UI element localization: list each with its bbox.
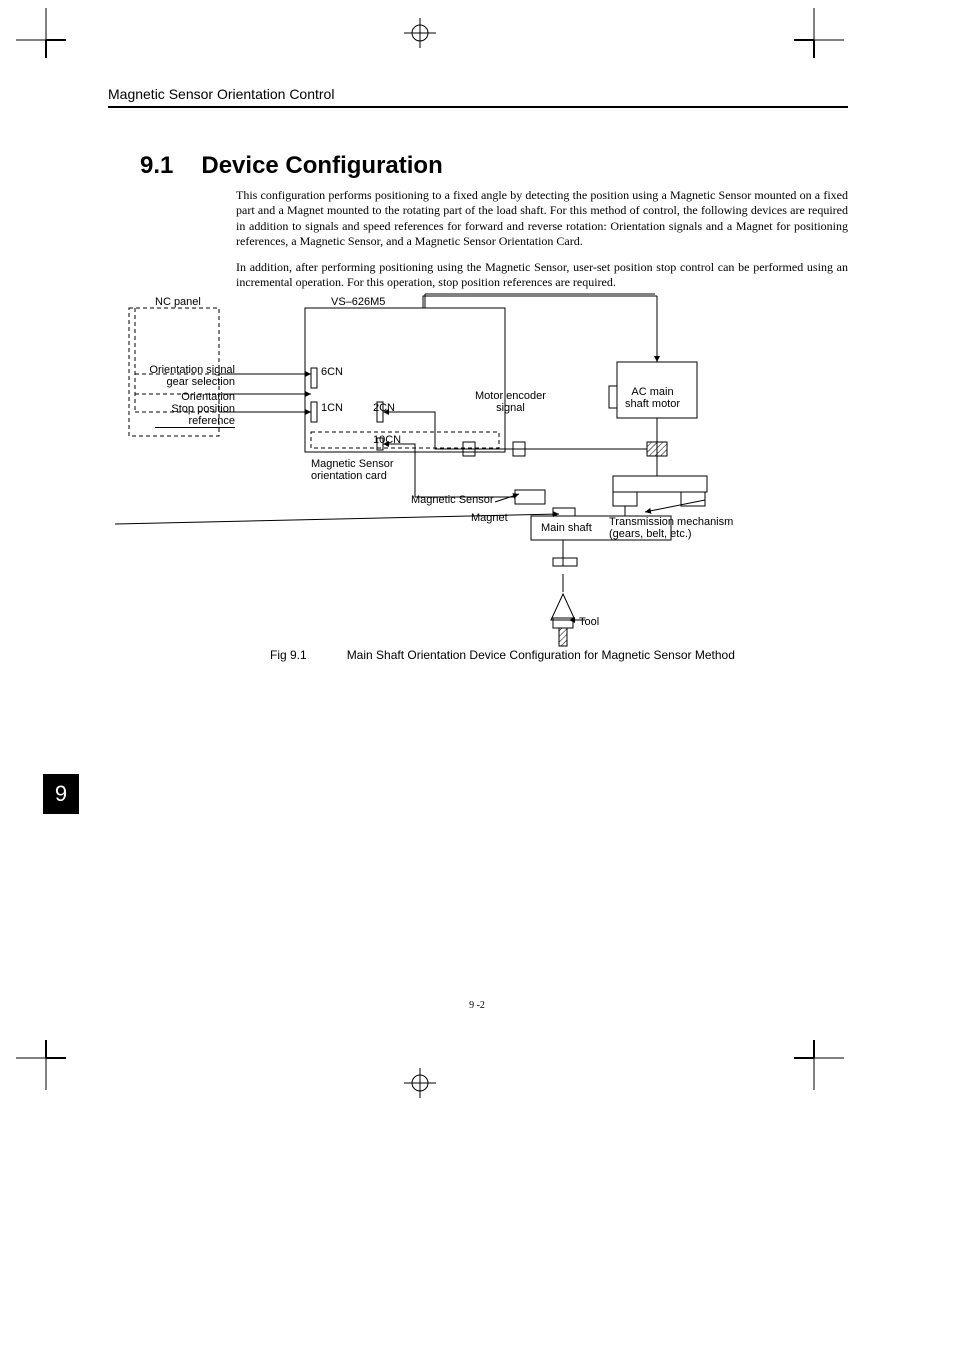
label-2cn: 2CN [373,402,395,414]
caption-text: Main Shaft Orientation Device Configurat… [347,648,735,662]
paragraph-1: This configuration performs positioning … [236,188,848,249]
label-magnetic-sensor: Magnetic Sensor [411,494,494,506]
section-heading: 9.1 Device Configuration [140,152,443,180]
section-title-text: Device Configuration [201,152,442,179]
label-orientation-signal: Orientation signal gear selection [145,364,235,388]
chapter-tab: 9 [43,774,79,814]
label-sensor-card: Magnetic Sensor orientation card [311,458,394,482]
label-transmission: Transmission mechanism (gears, belt, etc… [609,516,733,540]
page-number: 9 -2 [0,1000,954,1011]
running-header: Magnetic Sensor Orientation Control [108,86,848,102]
label-tool: Tool [579,616,599,628]
label-6cn: 6CN [321,366,343,378]
figure-caption: Fig 9.1 Main Shaft Orientation Device Con… [270,648,810,662]
label-nc-panel: NC panel [155,296,201,308]
label-ac-motor: AC main shaft motor [625,386,680,410]
label-orientation: Orientation [169,391,235,403]
label-motor-encoder: Motor encoder signal [475,390,546,414]
label-stop-position: Stop position reference [155,403,235,428]
caption-number: Fig 9.1 [270,648,307,662]
paragraph-2: In addition, after performing positionin… [236,260,848,291]
label-main-shaft: Main shaft [541,522,592,534]
label-magnet: Magnet [471,512,508,524]
header-rule [108,106,848,108]
registration-mark-top [400,18,440,48]
label-1cn: 1CN [321,402,343,414]
registration-mark-bottom [400,1068,440,1098]
figure-diagram: NC panel VS–626M5 Orientation signal gea… [115,294,765,674]
label-10cn: 10CN [373,434,401,446]
label-vs: VS–626M5 [331,296,385,308]
diagram-svg [115,294,765,674]
section-number: 9.1 [140,152,173,180]
